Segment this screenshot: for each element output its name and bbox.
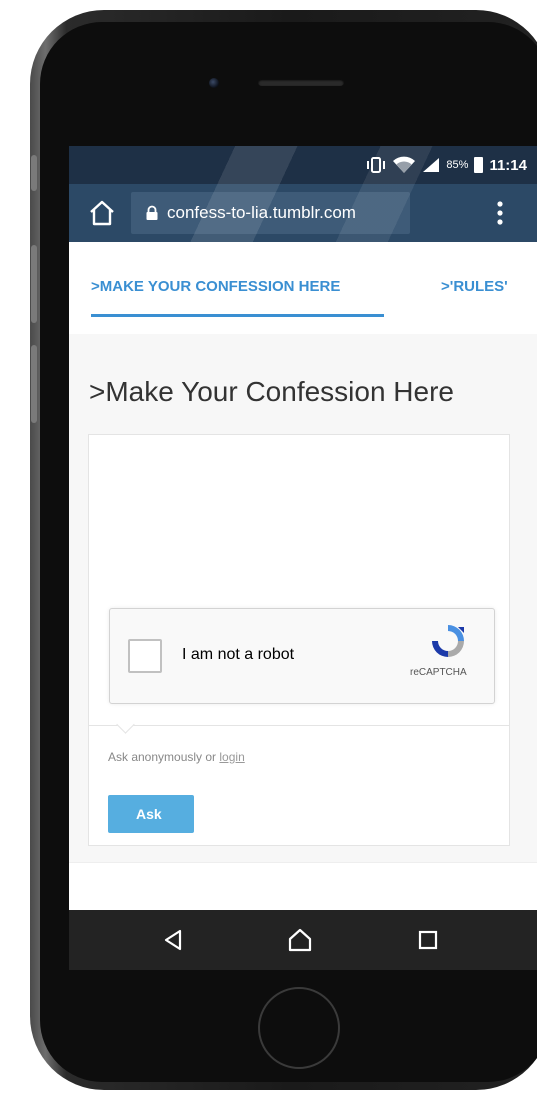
- recaptcha-brand: reCAPTCHA: [410, 667, 467, 678]
- android-nav-bar: [69, 910, 537, 970]
- battery-icon: [474, 157, 484, 173]
- phone-home-key: [258, 987, 340, 1069]
- active-tab-indicator: [91, 314, 384, 317]
- front-camera: [209, 78, 219, 88]
- recaptcha-widget: I am not a robot reCAPTCHA: [109, 608, 495, 704]
- tab-bar: >MAKE YOUR CONFESSION HERE >'RULES': [69, 242, 537, 335]
- address-bar[interactable]: confess-to-lia.tumblr.com: [131, 192, 410, 234]
- more-vert-icon[interactable]: [495, 200, 505, 226]
- ask-form: I am not a robot reCAPTCHA Ask anonymous…: [88, 434, 510, 846]
- recaptcha-logo-icon: [432, 625, 464, 657]
- status-bar: 85% 11:14: [69, 146, 537, 184]
- battery-percent: 85%: [446, 159, 469, 171]
- login-link[interactable]: login: [219, 750, 244, 764]
- form-divider: [89, 725, 509, 726]
- screen: 85% 11:14 confess-to-lia.tumblr.com >MAK…: [69, 146, 537, 970]
- volume-up-button: [31, 245, 37, 323]
- tab-rules[interactable]: >'RULES': [441, 278, 508, 295]
- clock: 11:14: [489, 156, 527, 174]
- recaptcha-label: I am not a robot: [182, 646, 295, 663]
- ask-button[interactable]: Ask: [108, 795, 194, 833]
- status-icons: 85% 11:14: [366, 154, 527, 176]
- volume-down-button: [31, 345, 37, 423]
- mute-switch: [31, 155, 37, 191]
- signal-icon: [423, 158, 440, 172]
- back-icon[interactable]: [160, 926, 188, 954]
- home-icon[interactable]: [286, 926, 314, 954]
- recents-icon[interactable]: [414, 926, 442, 954]
- home-icon[interactable]: [87, 198, 117, 228]
- browser-toolbar: confess-to-lia.tumblr.com: [69, 184, 537, 242]
- wifi-icon: [393, 156, 416, 173]
- recaptcha-checkbox[interactable]: [128, 639, 162, 673]
- earpiece-speaker: [258, 79, 344, 86]
- lock-icon: [146, 205, 158, 220]
- main-content: >Make Your Confession Here I am not a ro…: [69, 334, 537, 862]
- page-footer-area: [69, 862, 537, 911]
- ask-anonymously-label: Ask anonymously or: [108, 750, 220, 764]
- ask-anonymously-text: Ask anonymously or login: [108, 750, 245, 764]
- url-text: confess-to-lia.tumblr.com: [167, 203, 356, 222]
- tab-make-confession[interactable]: >MAKE YOUR CONFESSION HERE: [91, 278, 340, 295]
- vibrate-icon: [367, 157, 386, 173]
- page-title: >Make Your Confession Here: [89, 376, 454, 407]
